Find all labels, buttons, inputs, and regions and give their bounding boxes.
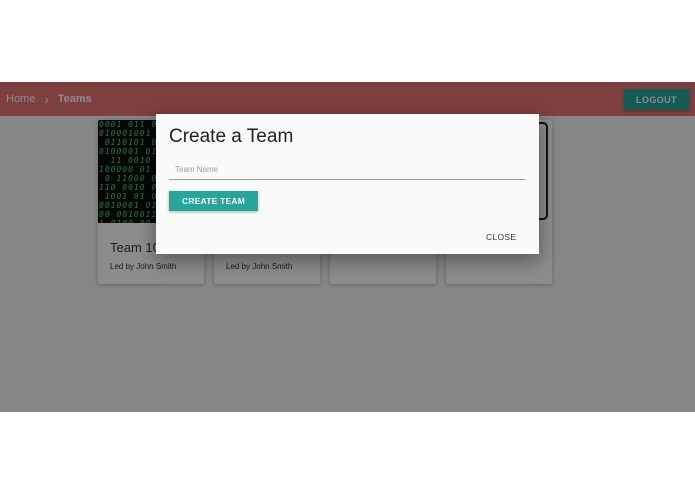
close-button[interactable]: CLOSE — [486, 232, 516, 242]
create-team-button[interactable]: CREATE TEAM — [169, 191, 258, 211]
team-name-input[interactable] — [169, 160, 525, 180]
create-team-modal: Create a Team CREATE TEAM CLOSE — [156, 114, 539, 254]
modal-title: Create a Team — [169, 126, 294, 147]
